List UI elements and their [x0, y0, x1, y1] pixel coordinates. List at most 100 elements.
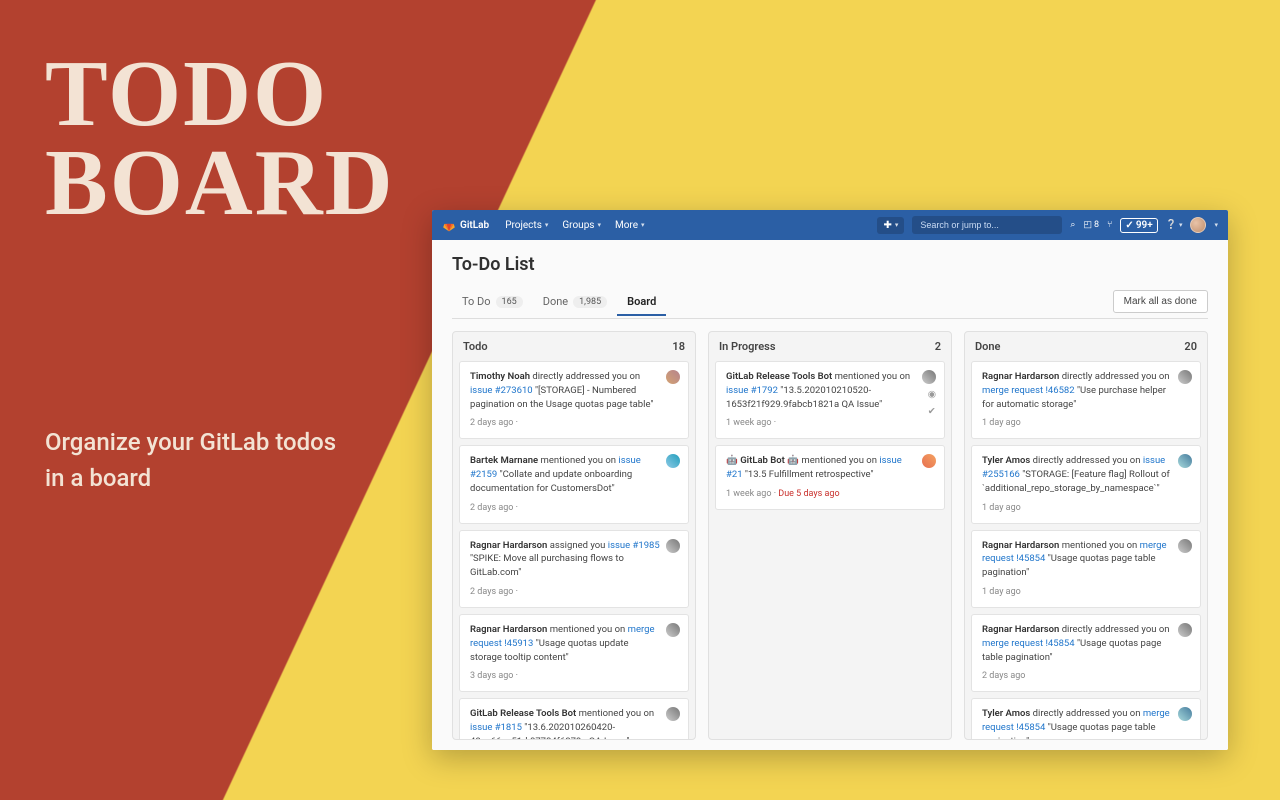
hero-title: TODO BOARD [45, 50, 394, 229]
board: Todo 18 Timothy Noah directly addressed yo… [452, 331, 1208, 740]
tab-row: To Do 165 Done 1,985 Board Mark all as d… [452, 285, 1208, 319]
card-avatar[interactable] [666, 539, 680, 553]
card[interactable]: Tyler Amos directly addressed you on mer… [971, 698, 1201, 739]
card[interactable]: GitLab Release Tools Bot mentioned you o… [459, 698, 689, 739]
tab-board[interactable]: Board [617, 287, 666, 316]
chevron-down-icon: ▾ [641, 221, 645, 229]
todos-chip-count: 99+ [1136, 220, 1153, 231]
card-avatar[interactable] [1178, 370, 1192, 384]
nav-more-label: More [615, 220, 638, 231]
card-link[interactable]: merge request !45854 [982, 638, 1075, 649]
card[interactable]: Timothy Noah directly addressed you on i… [459, 361, 689, 439]
nav-projects-label: Projects [505, 220, 542, 231]
card-avatar[interactable] [666, 623, 680, 637]
card-link[interactable]: issue #1792 [726, 385, 778, 396]
card-link[interactable]: issue #1985 [608, 540, 660, 551]
check-circle-icon: ✔ [928, 405, 936, 419]
brand-text[interactable]: GitLab [460, 220, 489, 231]
nav-groups-label: Groups [562, 220, 594, 231]
card[interactable]: Ragnar Hardarson assigned you issue #198… [459, 530, 689, 608]
card-text: Tyler Amos directly addressed you on iss… [982, 454, 1190, 495]
help-icon[interactable]: ❔▾ [1166, 220, 1183, 230]
card[interactable]: Tyler Amos directly addressed you on iss… [971, 445, 1201, 523]
card[interactable]: Ragnar Hardarson mentioned you on merge … [459, 614, 689, 692]
card[interactable]: Ragnar Hardarson directly addressed you … [971, 614, 1201, 692]
tab-todo[interactable]: To Do 165 [452, 287, 533, 316]
card-avatar[interactable] [666, 370, 680, 384]
chevron-down-icon: ▾ [545, 221, 549, 229]
card-text: 🤖 GitLab Bot 🤖 mentioned you on issue #2… [726, 454, 934, 482]
hero-title-line2: BOARD [45, 139, 394, 228]
card-avatar[interactable] [1178, 623, 1192, 637]
card-due: Due 5 days ago [778, 489, 839, 499]
card-meta: 2 days ago [982, 670, 1190, 683]
nav-projects[interactable]: Projects▾ [505, 220, 548, 231]
card-author: Ragnar Hardarson [982, 540, 1062, 551]
card-meta: 1 day ago [982, 586, 1190, 599]
navbar: GitLab Projects▾ Groups▾ More▾ ✚▾ ⌕ ◰8 ⑂… [432, 210, 1228, 240]
card-action: directly addressed you on [532, 371, 640, 382]
gitlab-logo-icon[interactable] [442, 218, 456, 232]
card[interactable]: GitLab Release Tools Bot mentioned you o… [715, 361, 945, 439]
card[interactable]: Bartek Marnane mentioned you on issue #2… [459, 445, 689, 523]
chevron-down-icon: ▾ [1214, 221, 1218, 229]
column-count: 18 [672, 340, 685, 353]
card-author: Tyler Amos [982, 455, 1033, 466]
card-action: mentioned you on [1062, 540, 1140, 551]
column-title: Done [975, 340, 1000, 353]
tab-done[interactable]: Done 1,985 [533, 287, 617, 316]
tab-todo-count: 165 [496, 296, 523, 308]
column-title: Todo [463, 340, 488, 353]
nav-more[interactable]: More▾ [615, 220, 645, 231]
card[interactable]: Ragnar Hardarson mentioned you on merge … [971, 530, 1201, 608]
card-title: "SPIKE: Move all purchasing flows to Git… [470, 553, 624, 578]
column-title: In Progress [719, 340, 775, 353]
card[interactable]: 🤖 GitLab Bot 🤖 mentioned you on issue #2… [715, 445, 945, 510]
card-action: directly addressed you on [1033, 708, 1143, 719]
nav-right: ✚▾ ⌕ ◰8 ⑂ ✓99+ ❔▾ ▾ [877, 216, 1218, 234]
card-link[interactable]: merge request !46582 [982, 385, 1075, 396]
card-action: mentioned you on [801, 455, 879, 466]
column-body[interactable]: GitLab Release Tools Bot mentioned you o… [709, 361, 951, 739]
screenshot-window: GitLab Projects▾ Groups▾ More▾ ✚▾ ⌕ ◰8 ⑂… [432, 210, 1228, 750]
hero-sub-line2: in a board [45, 460, 336, 496]
chevron-down-icon: ▾ [1179, 221, 1183, 229]
column-header: Todo 18 [453, 332, 695, 361]
board-column: Todo 18 Timothy Noah directly addressed yo… [452, 331, 696, 740]
page-body: To-Do List To Do 165 Done 1,985 Board Ma… [432, 240, 1228, 750]
board-column: In Progress 2 GitLab Release Tools Bot men… [708, 331, 952, 740]
user-avatar[interactable] [1190, 217, 1206, 233]
nav-groups[interactable]: Groups▾ [562, 220, 601, 231]
search-input[interactable] [912, 216, 1062, 234]
merge-requests-icon[interactable]: ⑂ [1107, 220, 1112, 230]
card-avatar[interactable] [1178, 539, 1192, 553]
card-action: mentioned you on [541, 455, 619, 466]
card-meta: 2 days ago · [470, 502, 678, 515]
card-author: Tyler Amos [982, 708, 1033, 719]
todos-chip[interactable]: ✓99+ [1120, 218, 1157, 233]
card-text: Tyler Amos directly addressed you on mer… [982, 707, 1190, 739]
card-link[interactable]: issue #1815 [470, 722, 522, 733]
eye-icon: ◉ [928, 388, 936, 402]
column-body[interactable]: Ragnar Hardarson directly addressed you … [965, 361, 1207, 739]
issues-icon[interactable]: ◰8 [1083, 220, 1099, 230]
tab-done-count: 1,985 [573, 296, 607, 308]
column-body[interactable]: Timothy Noah directly addressed you on i… [453, 361, 695, 739]
card-meta: 1 week ago · [726, 417, 934, 430]
issues-count: 8 [1094, 220, 1099, 230]
card-author: Bartek Marnane [470, 455, 541, 466]
card-text: Ragnar Hardarson assigned you issue #198… [470, 539, 678, 580]
card-meta: 2 days ago · [470, 417, 678, 430]
column-count: 2 [935, 340, 941, 353]
card-action: directly addressed you on [1033, 455, 1143, 466]
card-text: Bartek Marnane mentioned you on issue #2… [470, 454, 678, 495]
card-action: mentioned you on [835, 371, 911, 382]
tab-done-label: Done [543, 295, 568, 308]
plus-button[interactable]: ✚▾ [877, 217, 904, 234]
card[interactable]: Ragnar Hardarson directly addressed you … [971, 361, 1201, 439]
card-meta: 1 day ago [982, 502, 1190, 515]
search-icon[interactable]: ⌕ [1070, 220, 1075, 230]
card-avatar[interactable] [922, 370, 936, 384]
mark-all-done-button[interactable]: Mark all as done [1113, 290, 1208, 313]
card-link[interactable]: issue #273610 [470, 385, 533, 396]
